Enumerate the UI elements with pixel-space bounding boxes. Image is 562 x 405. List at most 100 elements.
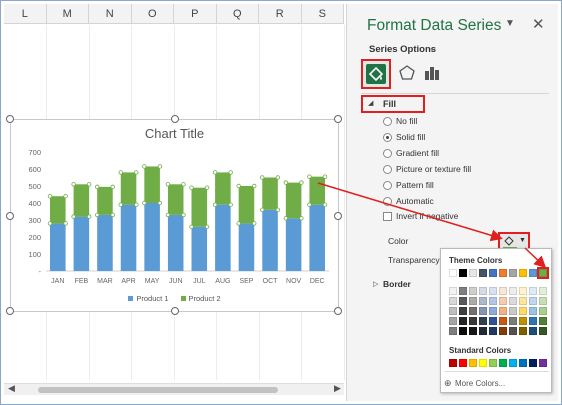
bar-product-1-mar[interactable] [97, 214, 113, 271]
radio-pattern-fill[interactable]: Pattern fill [383, 180, 434, 190]
series-selection-point[interactable] [236, 183, 241, 189]
series-selection-point[interactable] [228, 202, 233, 207]
series-selection-point[interactable] [204, 224, 210, 229]
radio-icon[interactable] [383, 196, 392, 206]
resize-handle-tl[interactable] [6, 115, 14, 123]
series-selection-point[interactable] [189, 185, 194, 190]
series-selection-point[interactable] [252, 221, 257, 226]
column-header-o[interactable]: O [132, 4, 174, 23]
radio-picture-fill[interactable]: Picture or texture fill [383, 164, 471, 174]
series-selection-point[interactable] [299, 216, 304, 221]
bar-product-1-nov[interactable] [285, 218, 302, 271]
standard-color-swatch[interactable] [499, 359, 507, 367]
theme-shade-swatch[interactable] [449, 327, 457, 335]
theme-shade-swatch[interactable] [529, 287, 537, 295]
horizontal-scrollbar[interactable]: ◀ ▶ [4, 383, 344, 395]
bar-product-2-feb[interactable] [73, 184, 90, 217]
standard-color-swatch[interactable] [469, 359, 477, 367]
theme-shade-swatch[interactable] [539, 317, 547, 325]
border-section-header[interactable]: Border [383, 279, 411, 289]
bar-product-2-jun[interactable] [167, 184, 184, 215]
column-header-r[interactable]: R [259, 4, 302, 23]
series-selection-point[interactable] [118, 202, 123, 207]
theme-shade-swatch[interactable] [479, 287, 487, 295]
theme-shade-swatch[interactable] [489, 317, 497, 325]
bar-product-2-dec[interactable] [309, 176, 325, 205]
theme-shade-swatch[interactable] [459, 287, 467, 295]
tab-effects[interactable] [398, 64, 416, 82]
series-selection-point[interactable] [142, 200, 147, 206]
series-selection-point[interactable] [260, 175, 265, 180]
theme-shade-swatch[interactable] [459, 297, 467, 305]
bar-product-1-oct[interactable] [262, 209, 278, 271]
theme-color-swatch[interactable] [449, 269, 457, 277]
bar-product-2-sep[interactable] [238, 186, 255, 224]
resize-handle-bottom[interactable] [171, 307, 179, 315]
series-selection-point[interactable] [157, 164, 163, 169]
column-header-q[interactable]: Q [217, 4, 259, 23]
column-header-l[interactable]: L [4, 4, 47, 23]
invert-if-negative-checkbox[interactable]: Invert if negative [383, 211, 458, 221]
radio-gradient-fill[interactable]: Gradient fill [383, 148, 439, 158]
radio-icon[interactable] [383, 180, 392, 190]
bar-product-2-nov[interactable] [285, 182, 302, 219]
theme-shade-swatch[interactable] [449, 317, 457, 325]
series-selection-point[interactable] [299, 180, 304, 185]
theme-shade-swatch[interactable] [489, 287, 497, 295]
more-colors-link[interactable]: More Colors... [455, 379, 505, 388]
series-selection-point[interactable] [283, 180, 289, 185]
resize-handle-tr[interactable] [334, 115, 342, 123]
theme-shade-swatch[interactable] [459, 327, 467, 335]
tab-series-options[interactable] [423, 64, 441, 82]
theme-shade-swatch[interactable] [469, 307, 477, 315]
series-selection-point[interactable] [134, 202, 139, 207]
series-selection-point[interactable] [63, 221, 68, 226]
radio-icon[interactable] [383, 116, 392, 126]
column-header-n[interactable]: N [89, 4, 132, 23]
bar-product-1-jul[interactable] [191, 226, 208, 271]
series-selection-point[interactable] [228, 170, 233, 175]
chevron-down-icon[interactable]: ⌵ [429, 43, 436, 54]
series-selection-point[interactable] [275, 207, 281, 212]
resize-handle-top[interactable] [171, 115, 179, 123]
bar-product-2-mar[interactable] [97, 186, 113, 215]
series-selection-point[interactable] [322, 202, 328, 207]
resize-handle-br[interactable] [334, 307, 342, 315]
series-selection-point[interactable] [283, 216, 289, 221]
scroll-right-icon[interactable]: ▶ [334, 383, 341, 394]
theme-shade-swatch[interactable] [469, 327, 477, 335]
theme-shade-swatch[interactable] [509, 317, 517, 325]
bar-product-1-jun[interactable] [167, 214, 184, 271]
bar-product-1-apr[interactable] [120, 204, 137, 271]
bar-product-1-jan[interactable] [50, 223, 66, 271]
chart-legend[interactable]: Product 1 Product 2 [11, 294, 338, 303]
resize-handle-right[interactable] [334, 212, 342, 220]
chevron-down-icon[interactable]: ▼ [505, 18, 515, 29]
series-selection-point[interactable] [86, 214, 92, 219]
theme-shade-swatch[interactable] [529, 317, 537, 325]
theme-shade-swatch[interactable] [469, 287, 477, 295]
theme-shade-swatch[interactable] [519, 307, 527, 315]
series-selection-point[interactable] [260, 207, 265, 212]
bar-product-2-oct[interactable] [262, 177, 278, 210]
bar-product-1-aug[interactable] [215, 204, 231, 271]
scroll-left-icon[interactable]: ◀ [8, 383, 15, 394]
theme-shade-swatch[interactable] [509, 297, 517, 305]
series-selection-point[interactable] [71, 214, 76, 219]
close-icon[interactable]: ✕ [532, 15, 545, 33]
radio-icon[interactable] [383, 164, 392, 174]
legend-item-product-1[interactable]: Product 1 [128, 294, 169, 303]
theme-shade-swatch[interactable] [539, 297, 547, 305]
theme-shade-swatch[interactable] [479, 317, 487, 325]
resize-handle-left[interactable] [6, 212, 14, 220]
bar-product-2-jul[interactable] [191, 187, 208, 227]
theme-shade-swatch[interactable] [449, 307, 457, 315]
theme-shade-swatch[interactable] [449, 287, 457, 295]
theme-shade-swatch[interactable] [489, 307, 497, 315]
theme-shade-swatch[interactable] [499, 317, 507, 325]
standard-color-swatch[interactable] [449, 359, 457, 367]
radio-icon[interactable] [383, 132, 392, 142]
theme-color-swatch[interactable] [519, 269, 527, 277]
series-selection-point[interactable] [252, 183, 257, 189]
series-selection-point[interactable] [110, 184, 115, 190]
